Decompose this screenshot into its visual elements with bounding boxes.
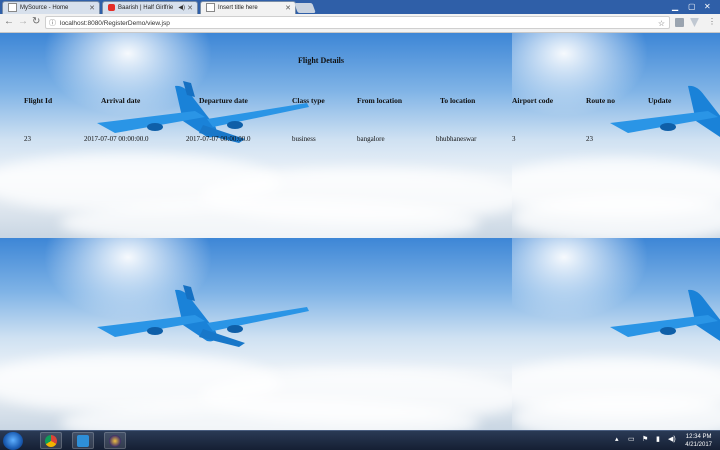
back-icon[interactable]: ← — [4, 16, 14, 27]
close-icon[interactable]: ✕ — [187, 2, 193, 14]
info-icon[interactable]: ⓘ — [49, 17, 56, 30]
tab-mysource[interactable]: MySource - Home ✕ — [2, 1, 100, 14]
url-text: localhost:8080/RegisterDemo/view.jsp — [60, 20, 170, 27]
column-header-flight-id: Flight Id — [24, 96, 53, 105]
close-icon[interactable]: ✕ — [89, 2, 95, 14]
network-icon[interactable]: ▭ — [628, 435, 635, 443]
system-clock[interactable]: 12:34 PM 4/21/2017 — [685, 433, 712, 449]
page-icon — [206, 2, 215, 12]
taskbar-eclipse[interactable] — [104, 432, 126, 449]
flight-details-content: Flight Details Flight Id Arrival date De… — [0, 33, 720, 430]
column-header-route-no: Route no — [586, 96, 615, 105]
reload-icon[interactable]: ↻ — [32, 16, 40, 27]
tab-insert-title[interactable]: Insert title here ✕ — [200, 1, 296, 14]
column-header-to-location: To location — [440, 96, 476, 105]
clock-time: 12:34 PM — [685, 434, 712, 440]
minimize-icon[interactable]: ▁ — [672, 2, 678, 11]
cell-route-no: 23 — [586, 135, 593, 143]
extension-icon[interactable] — [675, 18, 684, 27]
youtube-icon — [108, 3, 115, 11]
volume-icon[interactable]: ◀) — [668, 435, 676, 443]
column-header-from-location: From location — [357, 96, 403, 105]
tab-label: Insert title here — [218, 5, 258, 11]
taskbar-chrome[interactable] — [40, 432, 62, 449]
cell-arrival-date: 2017-07-07 00:00:00.0 — [84, 135, 149, 143]
windows-taskbar: ▴ ▭ ⚑ ▮ ◀) 12:34 PM 4/21/2017 — [0, 430, 720, 450]
page-viewport: Flight Details Flight Id Arrival date De… — [0, 33, 720, 430]
column-header-departure-date: Departure date — [199, 96, 248, 105]
speaker-icon: ◀) — [178, 5, 185, 11]
close-window-icon[interactable]: ✕ — [704, 2, 711, 11]
column-header-arrival-date: Arrival date — [101, 96, 141, 105]
forward-icon[interactable]: → — [18, 16, 28, 27]
maximize-icon[interactable]: ▢ — [688, 2, 696, 11]
close-icon[interactable]: ✕ — [285, 2, 291, 14]
page-title: Flight Details — [298, 56, 344, 65]
bookmark-star-icon[interactable]: ☆ — [658, 17, 665, 30]
cell-to-location: bhubhaneswar — [436, 135, 477, 143]
tab-youtube[interactable]: Baarish | Half Girlfrie ◀) ✕ — [102, 1, 198, 14]
taskbar-app[interactable] — [72, 432, 94, 449]
cell-flight-id: 23 — [24, 135, 31, 143]
signal-icon[interactable]: ▮ — [656, 435, 660, 443]
tab-label: Baarish | Half Girlfrie — [118, 5, 174, 11]
address-bar[interactable]: ⓘ localhost:8080/RegisterDemo/view.jsp ☆ — [45, 16, 670, 29]
browser-tab-bar: MySource - Home ✕ Baarish | Half Girlfri… — [0, 0, 720, 14]
page-icon — [8, 2, 17, 12]
app-icon — [77, 435, 89, 447]
cell-from-location: bangalore — [357, 135, 385, 143]
menu-icon[interactable]: ⋮ — [708, 17, 716, 26]
column-header-class-type: Class type — [292, 96, 325, 105]
cell-class-type: business — [292, 135, 316, 143]
tab-label: MySource - Home — [20, 5, 69, 11]
flag-icon[interactable]: ⚑ — [642, 435, 648, 443]
start-button[interactable] — [3, 432, 23, 450]
chrome-icon — [45, 435, 57, 447]
eclipse-icon — [109, 435, 121, 447]
clock-date: 4/21/2017 — [685, 442, 712, 448]
browser-toolbar: ← → ↻ ⓘ localhost:8080/RegisterDemo/view… — [0, 14, 720, 33]
column-header-update: Update — [648, 96, 672, 105]
cell-departure-date: 2017-07-07 00:00:00.0 — [186, 135, 251, 143]
new-tab-button[interactable] — [294, 3, 316, 13]
column-header-airport-code: Airport code — [512, 96, 554, 105]
show-hidden-icons[interactable]: ▴ — [615, 435, 619, 443]
vpn-extension-icon[interactable] — [690, 18, 699, 27]
cell-airport-code: 3 — [512, 135, 516, 143]
